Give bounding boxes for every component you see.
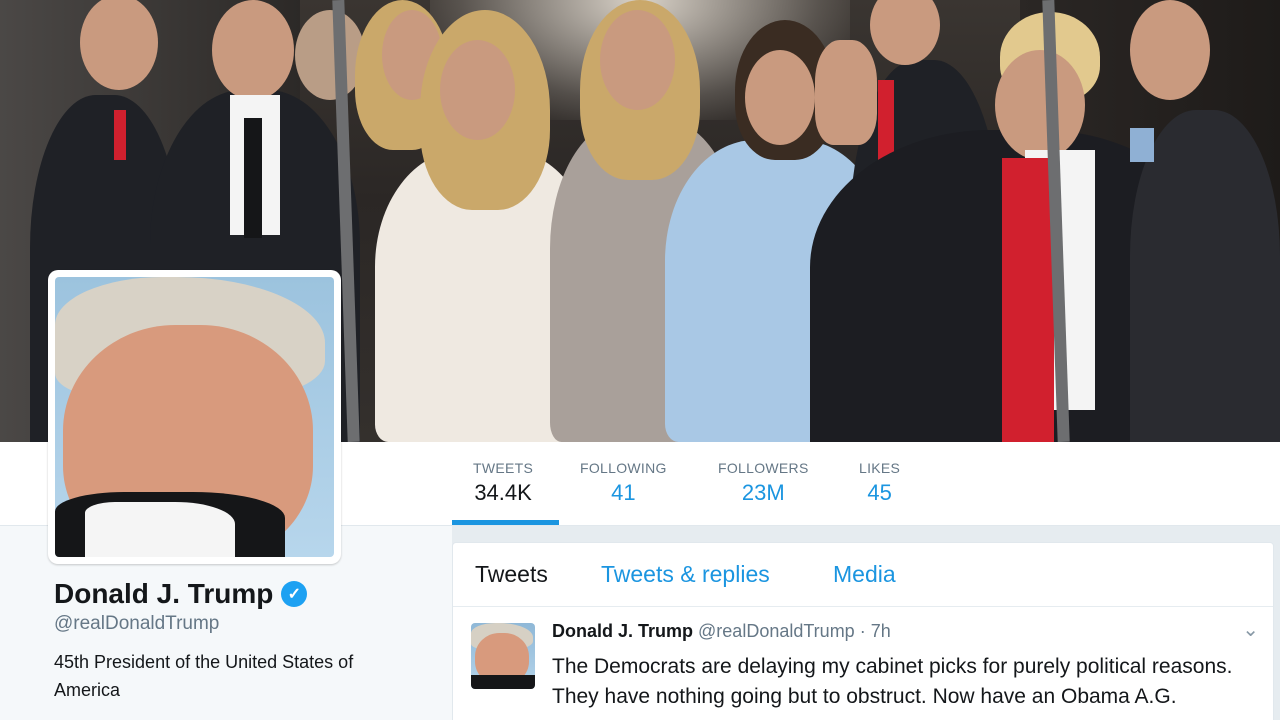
stat-followers-value: 23M bbox=[741, 480, 785, 505]
header-photo-face bbox=[995, 50, 1085, 160]
stat-likes-label: LIKES bbox=[859, 460, 901, 476]
timeline-tabs: Tweets Tweets & replies Media bbox=[453, 543, 1273, 607]
verified-checkmark-icon: ✓ bbox=[281, 581, 308, 607]
header-photo-face bbox=[745, 50, 815, 145]
stat-likes-value: 45 bbox=[867, 480, 892, 505]
chevron-down-icon[interactable]: ⌄ bbox=[1242, 617, 1259, 642]
tab-tweets-replies[interactable]: Tweets & replies bbox=[601, 561, 770, 588]
header-photo-face bbox=[212, 0, 294, 100]
profile-bio: 45th President of the United States of A… bbox=[54, 652, 354, 700]
profile-avatar[interactable] bbox=[48, 270, 341, 564]
avatar-shirt bbox=[85, 502, 235, 557]
header-photo-face bbox=[440, 40, 515, 140]
stat-followers[interactable]: FOLLOWERS 23M bbox=[718, 460, 809, 506]
timeline: Tweets Tweets & replies Media Donald J. … bbox=[452, 542, 1274, 720]
active-stat-underline bbox=[452, 520, 559, 525]
header-photo-hand bbox=[815, 40, 877, 145]
stat-tweets[interactable]: TWEETS 34.4K bbox=[473, 460, 533, 506]
profile-handle[interactable]: @realDonaldTrump bbox=[54, 613, 219, 635]
header-photo-tie bbox=[878, 80, 894, 160]
stat-following-value: 41 bbox=[611, 480, 636, 505]
profile-name-text: Donald J. Trump bbox=[54, 578, 274, 609]
tweet-avatar-suit bbox=[471, 675, 535, 689]
tab-tweets[interactable]: Tweets bbox=[475, 561, 548, 588]
stat-likes[interactable]: LIKES 45 bbox=[859, 460, 900, 506]
tweet-timestamp[interactable]: 7h bbox=[871, 621, 891, 641]
tweet-author-name[interactable]: Donald J. Trump bbox=[552, 621, 693, 641]
header-photo-face bbox=[870, 0, 940, 65]
header-photo-face bbox=[600, 10, 675, 110]
header-photo-face bbox=[1130, 0, 1210, 100]
stat-following[interactable]: FOLLOWING 41 bbox=[580, 460, 667, 506]
header-photo-tie bbox=[114, 110, 126, 160]
profile-name: Donald J. Trump ✓ bbox=[54, 578, 308, 610]
header-photo-tie bbox=[1002, 158, 1054, 442]
stat-tweets-value: 34.4K bbox=[474, 480, 532, 505]
tweet-avatar[interactable] bbox=[471, 623, 535, 689]
stat-tweets-label: TWEETS bbox=[473, 460, 534, 476]
tweet-item[interactable]: Donald J. Trump @realDonaldTrump · 7h ⌄ … bbox=[453, 607, 1273, 720]
avatar-image bbox=[55, 277, 334, 557]
tweet-author-handle[interactable]: @realDonaldTrump bbox=[698, 621, 855, 641]
stat-following-label: FOLLOWING bbox=[580, 460, 667, 476]
tweet-text: The Democrats are delaying my cabinet pi… bbox=[552, 655, 1233, 708]
tab-media[interactable]: Media bbox=[833, 561, 896, 588]
tweet-header: Donald J. Trump @realDonaldTrump · 7h bbox=[552, 621, 891, 642]
header-photo-tie bbox=[1130, 128, 1154, 162]
profile-page: TWEETS 34.4K FOLLOWING 41 FOLLOWERS 23M … bbox=[0, 0, 1280, 720]
tweet-separator: · bbox=[854, 621, 871, 641]
header-photo-tie bbox=[244, 118, 262, 238]
stat-followers-label: FOLLOWERS bbox=[718, 460, 809, 476]
